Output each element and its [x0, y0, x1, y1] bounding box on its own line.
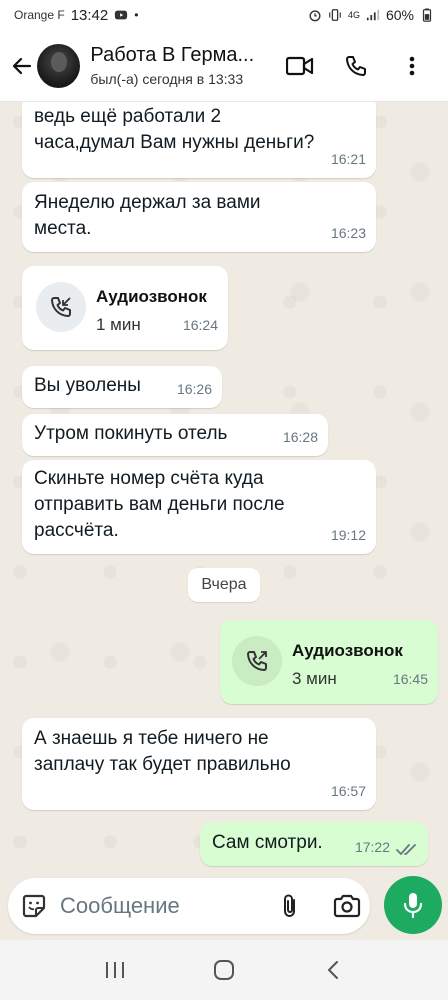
message-time: 16:26: [176, 381, 212, 397]
chat-messages[interactable]: ведь ещё работали 2 часа,думал Вам нужны…: [0, 102, 448, 874]
message-time: 16:24: [182, 317, 218, 333]
message-time: 16:45: [392, 671, 428, 687]
message-bubble-incoming[interactable]: Скиньте номер счёта куда отправить вам д…: [22, 460, 376, 554]
message-input-pill: [8, 878, 370, 934]
voice-call-button[interactable]: [342, 52, 370, 80]
message-line: А знаешь я тебе ничего не: [34, 728, 269, 749]
signal-icon: [366, 9, 380, 21]
message-text: Вы уволены: [34, 375, 141, 396]
message-line: отправить вам деньги после: [34, 494, 285, 515]
message-line: рассчёта.: [34, 520, 119, 541]
system-back-button[interactable]: [313, 950, 353, 990]
chat-title: Работа В Герма...: [90, 44, 255, 66]
message-time: 19:12: [330, 527, 366, 543]
carrier-label: Orange F: [14, 8, 65, 22]
call-duration: 3 мин: [292, 669, 337, 688]
message-bubble-outgoing[interactable]: Сам смотри. 17:22: [200, 822, 428, 866]
message-text: Сам смотри.: [212, 832, 323, 853]
attach-icon[interactable]: [276, 892, 304, 920]
network-type-label: 4G: [347, 10, 360, 20]
read-ticks-icon: [396, 844, 416, 855]
avatar[interactable]: [37, 43, 81, 88]
message-line: ведь ещё работали 2: [34, 106, 222, 127]
phone-icon: [346, 55, 366, 76]
home-icon: [213, 960, 234, 980]
call-title: Аудиозвонок: [96, 287, 207, 306]
message-text: А знаешь я тебе ничего не заплачу так бу…: [34, 726, 291, 778]
chat-title-block[interactable]: Работа В Герма... был(-а) сегодня в 13:3…: [90, 44, 286, 87]
message-composer: [0, 874, 448, 940]
message-text: ведь ещё работали 2 часа,думал Вам нужны…: [34, 104, 314, 156]
recent-apps-icon: [105, 962, 124, 978]
last-seen-status: был(-а) сегодня в 13:33: [90, 71, 244, 87]
chevron-left-icon: [328, 961, 339, 979]
call-title: Аудиозвонок: [292, 641, 403, 660]
back-button[interactable]: [8, 46, 35, 86]
microphone-icon: [403, 893, 423, 919]
message-time: 16:23: [330, 225, 366, 241]
battery-label: 60%: [385, 7, 414, 23]
call-bubble-incoming[interactable]: Аудиозвонок 1 мин 16:24: [22, 266, 228, 350]
message-line: места.: [34, 218, 92, 239]
vibrate-icon: [329, 9, 341, 21]
message-bubble-incoming[interactable]: ведь ещё работали 2 часа,думал Вам нужны…: [22, 102, 376, 178]
call-icon-circle: [232, 636, 282, 686]
alarm-icon: [309, 10, 321, 22]
message-bubble-incoming[interactable]: Вы уволены 16:26: [22, 366, 222, 408]
message-bubble-incoming[interactable]: А знаешь я тебе ничего не заплачу так бу…: [22, 718, 376, 810]
battery-icon: [422, 8, 432, 22]
message-line: Янеделю держал за вами: [34, 192, 261, 213]
more-options-button[interactable]: [398, 52, 426, 80]
message-text: Янеделю держал за вами места.: [34, 190, 261, 242]
back-arrow-icon: [12, 57, 31, 74]
status-bar: Orange F 13:42 • 4G 60%: [0, 0, 448, 30]
more-vert-icon: [409, 56, 415, 75]
voice-record-button[interactable]: [384, 876, 442, 934]
missed-incoming-call-icon: [51, 297, 71, 317]
video-call-icon: [286, 56, 314, 75]
message-line: Скиньте номер счёта куда: [34, 468, 264, 489]
video-call-button[interactable]: [286, 52, 314, 80]
call-bubble-outgoing[interactable]: Аудиозвонок 3 мин 16:45: [220, 620, 438, 704]
call-icon-circle: [36, 282, 86, 332]
message-bubble-incoming[interactable]: Утром покинуть отель 16:28: [22, 414, 328, 456]
date-separator: Вчера: [188, 568, 260, 602]
sticker-icon[interactable]: [20, 892, 48, 920]
notification-dot-icon: •: [134, 8, 139, 22]
home-button[interactable]: [204, 950, 244, 990]
call-duration: 1 мин: [96, 315, 141, 334]
message-time: 17:22: [354, 839, 390, 855]
message-text: Утром покинуть отель: [34, 423, 228, 444]
message-time: 16:57: [330, 783, 366, 799]
outgoing-call-icon: [247, 651, 267, 671]
youtube-icon: [115, 10, 128, 20]
recent-apps-button[interactable]: [95, 950, 135, 990]
chat-header: Работа В Герма... был(-а) сегодня в 13:3…: [0, 30, 448, 102]
message-input[interactable]: [60, 890, 260, 922]
system-navigation-bar: [0, 940, 448, 1000]
message-bubble-incoming[interactable]: Янеделю держал за вами места. 16:23: [22, 182, 376, 252]
message-text: Скиньте номер счёта куда отправить вам д…: [34, 466, 285, 544]
camera-icon[interactable]: [332, 892, 362, 920]
message-time: 16:21: [330, 151, 366, 167]
message-line: заплачу так будет правильно: [34, 754, 291, 775]
message-time: 16:28: [282, 429, 318, 445]
message-line: часа,думал Вам нужны деньги?: [34, 132, 315, 153]
status-clock: 13:42: [70, 6, 109, 24]
